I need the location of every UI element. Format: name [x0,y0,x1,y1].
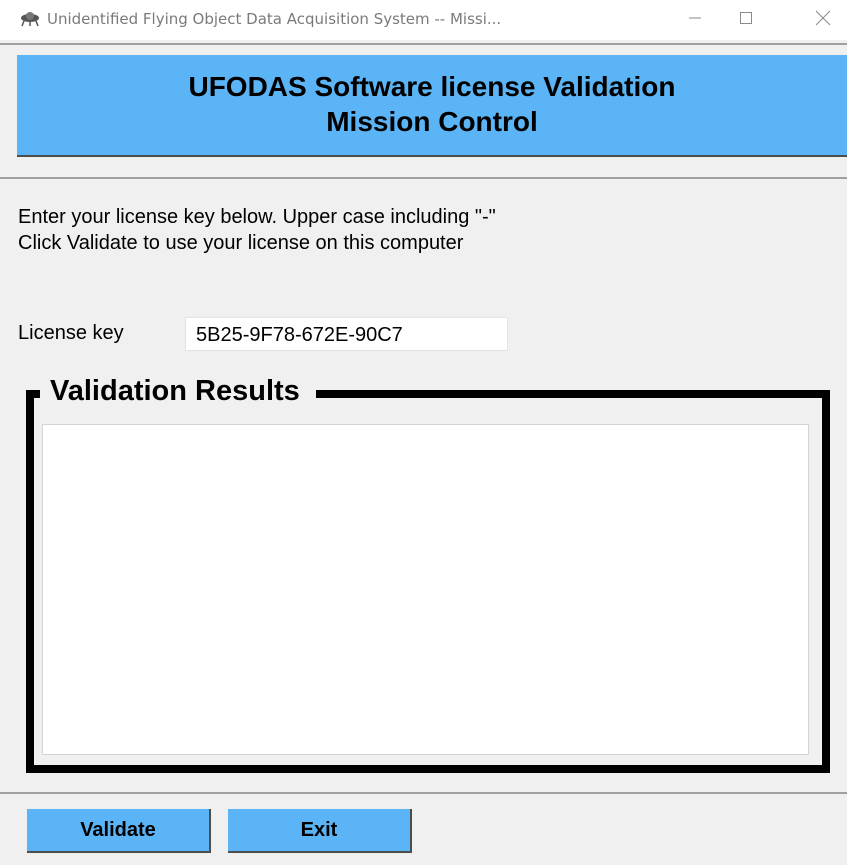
footer-divider [0,792,847,794]
minimize-button[interactable] [672,0,718,40]
validation-results-legend: Validation Results [40,373,316,409]
header-divider [0,177,847,179]
license-key-label: License key [18,322,124,344]
minimize-icon [688,11,702,30]
validation-results-textbox[interactable] [42,424,809,755]
validate-button[interactable]: Validate [27,809,211,853]
close-button[interactable] [800,0,846,40]
banner-title: UFODAS Software license Validation [188,71,676,102]
window-title: Unidentified Flying Object Data Acquisit… [47,10,502,28]
exit-button[interactable]: Exit [228,809,412,853]
title-bar[interactable]: Unidentified Flying Object Data Acquisit… [0,0,847,40]
maximize-icon [739,11,753,30]
license-key-input[interactable] [185,317,508,351]
header-banner: UFODAS Software license Validation Missi… [17,55,847,157]
title-divider [0,43,847,45]
instruction-line-1: Enter your license key below. Upper case… [18,206,496,228]
maximize-button[interactable] [723,0,769,40]
banner-subtitle: Mission Control [326,106,538,137]
ufo-icon [20,11,40,27]
close-icon [815,10,831,31]
instruction-line-2: Click Validate to use your license on th… [18,232,464,254]
